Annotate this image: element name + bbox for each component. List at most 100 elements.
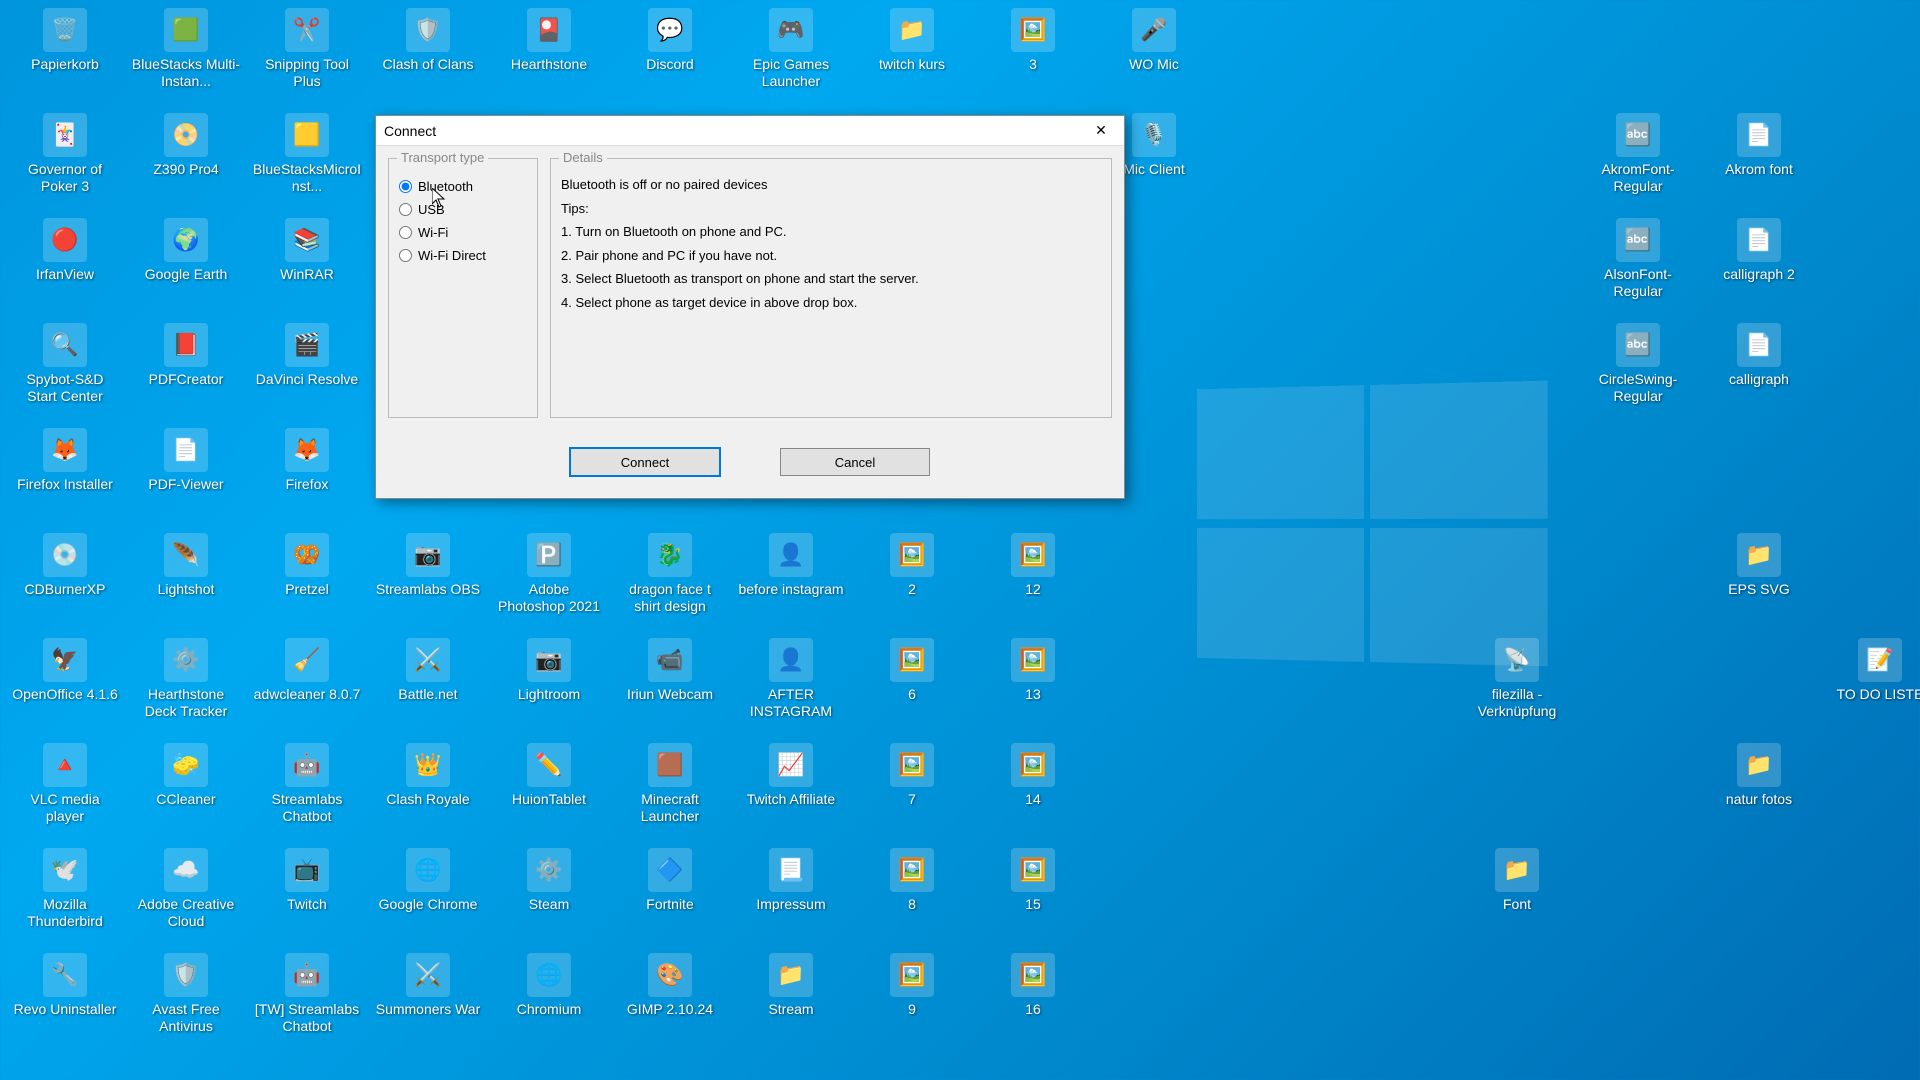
desktop-icon[interactable]: 📁twitch kurs — [857, 8, 967, 73]
desktop-icon[interactable]: 🟨BlueStacksMicroInst... — [252, 113, 362, 195]
desktop-icon[interactable]: 🖼️8 — [857, 848, 967, 913]
desktop-icon[interactable]: 🐉dragon face t shirt design — [615, 533, 725, 615]
radio-usb[interactable]: USB — [399, 202, 527, 217]
desktop-icon[interactable]: 🔷Fortnite — [615, 848, 725, 913]
desktop-icon[interactable]: 📚WinRAR — [252, 218, 362, 283]
desktop-icon[interactable]: 🕊️Mozilla Thunderbird — [10, 848, 120, 930]
dialog-titlebar[interactable]: Connect ✕ — [376, 116, 1124, 146]
desktop-icon[interactable]: 🌐Chromium — [494, 953, 604, 1018]
desktop-icon[interactable]: 🖼️6 — [857, 638, 967, 703]
desktop-icon[interactable]: 🖼️3 — [978, 8, 1088, 73]
desktop-icon[interactable]: 🖼️14 — [978, 743, 1088, 808]
desktop-icon[interactable]: 🎴Hearthstone — [494, 8, 604, 73]
desktop-icon[interactable]: 📄calligraph 2 — [1704, 218, 1814, 283]
desktop-icon[interactable]: ⚔️Summoners War — [373, 953, 483, 1018]
desktop-icon[interactable]: 📷 Lightroom — [494, 638, 604, 703]
desktop-icon[interactable]: 📡filezilla - Verknüpfung — [1462, 638, 1572, 720]
app-icon: 🤖 — [285, 743, 329, 787]
desktop-icon-label: Revo Uninstaller — [14, 1001, 117, 1018]
desktop-icon[interactable]: 💬Discord — [615, 8, 725, 73]
desktop-icon-label: Lightroom — [518, 686, 580, 703]
radio-bluetooth-input[interactable] — [399, 180, 412, 193]
desktop-icon[interactable]: 📁Stream — [736, 953, 846, 1018]
desktop-icon[interactable]: 📁Font — [1462, 848, 1572, 913]
desktop-icon[interactable]: 🔧Revo Uninstaller — [10, 953, 120, 1018]
radio-bluetooth[interactable]: Bluetooth — [399, 179, 527, 194]
desktop-icon[interactable]: 🎨GIMP 2.10.24 — [615, 953, 725, 1018]
desktop-icon[interactable]: 🧹adwcleaner 8.0.7 — [252, 638, 362, 703]
desktop-icon[interactable]: 🔤AlsonFont-Regular — [1583, 218, 1693, 300]
desktop-icon[interactable]: 🖼️7 — [857, 743, 967, 808]
desktop-icon[interactable]: 🦊Firefox Installer — [10, 428, 120, 493]
desktop-icon[interactable]: 📺Twitch — [252, 848, 362, 913]
desktop-icon[interactable]: 📈Twitch Affiliate — [736, 743, 846, 808]
desktop-icon[interactable]: 📹Iriun Webcam — [615, 638, 725, 703]
radio-wifi-direct-input[interactable] — [399, 249, 412, 262]
desktop-icon[interactable]: 👤before instagram — [736, 533, 846, 598]
desktop-icon[interactable]: 📄PDF-Viewer — [131, 428, 241, 493]
desktop-icon[interactable]: 🗑️Papierkorb — [10, 8, 120, 73]
desktop-icon[interactable]: 🅿️Adobe Photoshop 2021 — [494, 533, 604, 615]
desktop-icon[interactable]: 🔴IrfanView — [10, 218, 120, 283]
desktop-icon[interactable]: ✂️Snipping Tool Plus — [252, 8, 362, 90]
desktop-icon[interactable]: 🃏Governor of Poker 3 — [10, 113, 120, 195]
desktop-icon[interactable]: 🟫Minecraft Launcher — [615, 743, 725, 825]
app-icon: 📷 — [527, 638, 571, 682]
desktop-icon[interactable]: 🌐Google Chrome — [373, 848, 483, 913]
desktop-icon[interactable]: ⚙️Hearthstone Deck Tracker — [131, 638, 241, 720]
desktop-icon[interactable]: 🖼️12 — [978, 533, 1088, 598]
close-button[interactable]: ✕ — [1086, 119, 1116, 143]
desktop-icon[interactable]: 🛡️Clash of Clans — [373, 8, 483, 73]
desktop-icon[interactable]: 🔤AkromFont-Regular — [1583, 113, 1693, 195]
radio-wifi[interactable]: Wi-Fi — [399, 225, 527, 240]
desktop-icon[interactable]: ☁️Adobe Creative Cloud — [131, 848, 241, 930]
desktop-icon[interactable]: 👑Clash Royale — [373, 743, 483, 808]
desktop-icon[interactable]: 📀Z390 Pro4 — [131, 113, 241, 178]
desktop-icon[interactable]: 🌍Google Earth — [131, 218, 241, 283]
radio-usb-input[interactable] — [399, 203, 412, 216]
desktop-icon[interactable]: 🪶Lightshot — [131, 533, 241, 598]
desktop-icon-label: Minecraft Launcher — [615, 791, 725, 825]
desktop-icon[interactable]: ⚙️Steam — [494, 848, 604, 913]
desktop-icon[interactable]: 🎬DaVinci Resolve — [252, 323, 362, 388]
desktop-icon[interactable]: 🎮Epic Games Launcher — [736, 8, 846, 90]
desktop-icon[interactable]: 🤖[TW] Streamlabs Chatbot — [252, 953, 362, 1035]
radio-wifi-input[interactable] — [399, 226, 412, 239]
desktop-icon[interactable]: ⚔️Battle.net — [373, 638, 483, 703]
desktop-icon[interactable]: 💿CDBurnerXP — [10, 533, 120, 598]
desktop-icon[interactable]: 🛡️Avast Free Antivirus — [131, 953, 241, 1035]
desktop-icon[interactable]: 🦊Firefox — [252, 428, 362, 493]
desktop-icon[interactable]: 🔤CircleSwing-Regular — [1583, 323, 1693, 405]
desktop-icon-label: 16 — [1025, 1001, 1041, 1018]
desktop-icon[interactable]: 📄calligraph — [1704, 323, 1814, 388]
tips-heading: Tips: — [561, 199, 1101, 219]
desktop-icon[interactable]: 🥨Pretzel — [252, 533, 362, 598]
desktop-icon[interactable]: 📄Akrom font — [1704, 113, 1814, 178]
desktop-icon[interactable]: 📕PDFCreator — [131, 323, 241, 388]
desktop-icon[interactable]: 🖼️15 — [978, 848, 1088, 913]
desktop-icon-label: Hearthstone Deck Tracker — [131, 686, 241, 720]
desktop-icon[interactable]: 📷Streamlabs OBS — [373, 533, 483, 598]
desktop-icon[interactable]: 🧽CCleaner — [131, 743, 241, 808]
desktop-icon[interactable]: 🖼️13 — [978, 638, 1088, 703]
desktop-icon[interactable]: 🖼️2 — [857, 533, 967, 598]
desktop-icon[interactable]: 🤖Streamlabs Chatbot — [252, 743, 362, 825]
desktop-icon[interactable]: 📝TO DO LISTE — [1825, 638, 1920, 703]
desktop-icon[interactable]: 🦅OpenOffice 4.1.6 — [10, 638, 120, 703]
desktop-icon-label: Discord — [646, 56, 693, 73]
desktop-icon[interactable]: 📁EPS SVG — [1704, 533, 1814, 598]
desktop-icon[interactable]: ✏️HuionTablet — [494, 743, 604, 808]
desktop-icon[interactable]: 👤AFTER INSTAGRAM — [736, 638, 846, 720]
desktop-icon[interactable]: 🔺VLC media player — [10, 743, 120, 825]
cancel-button[interactable]: Cancel — [780, 448, 930, 476]
desktop-icon[interactable]: 🔍Spybot-S&D Start Center — [10, 323, 120, 405]
desktop-icon[interactable]: 🖼️9 — [857, 953, 967, 1018]
radio-wifi-direct[interactable]: Wi-Fi Direct — [399, 248, 527, 263]
desktop-icon[interactable]: 🖼️16 — [978, 953, 1088, 1018]
desktop-icon[interactable]: 📁natur fotos — [1704, 743, 1814, 808]
desktop-icon[interactable]: 🟩BlueStacks Multi-Instan... — [131, 8, 241, 90]
desktop-icon-label: calligraph — [1729, 371, 1789, 388]
desktop-icon[interactable]: 📃Impressum — [736, 848, 846, 913]
desktop-icon[interactable]: 🎤WO Mic — [1099, 8, 1209, 73]
connect-button[interactable]: Connect — [570, 448, 720, 476]
